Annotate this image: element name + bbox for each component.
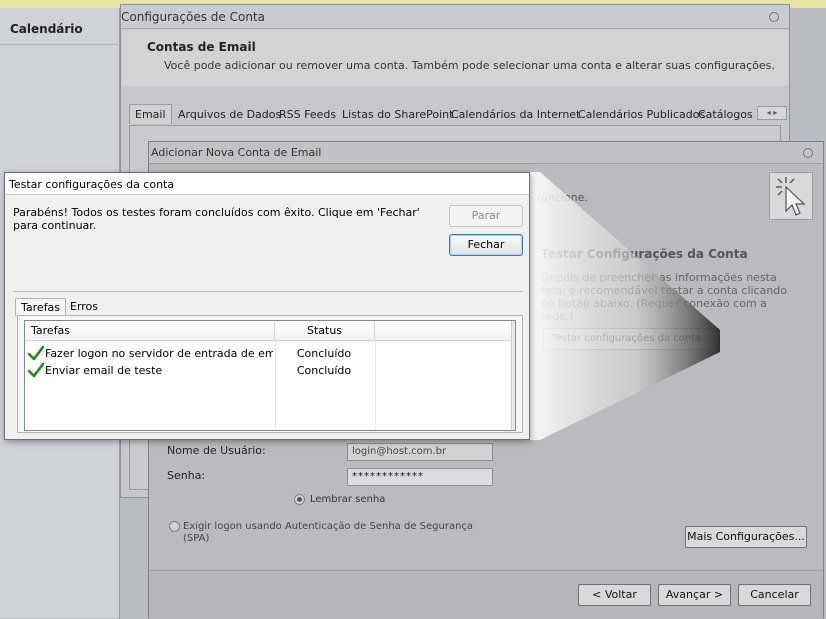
stop-button[interactable]: Parar	[449, 205, 523, 227]
account-settings-tabs: Email Arquivos de Dados RSS Feeds Listas…	[129, 104, 787, 126]
account-settings-heading: Contas de Email	[147, 40, 256, 54]
column-header-tasks[interactable]: Tarefas	[25, 321, 275, 341]
dialog-separator	[13, 291, 523, 292]
tasks-list: Tarefas Status Fazer logon no servidor d…	[24, 320, 516, 431]
list-scrollbar[interactable]	[511, 321, 515, 430]
task-status: Concluído	[296, 347, 352, 360]
table-row[interactable]: Fazer logon no servidor de entrada de em…	[25, 345, 515, 362]
more-settings-button[interactable]: Mais Configurações...	[685, 526, 807, 548]
test-settings-description: Depois de preencher as informações nesta…	[541, 271, 788, 323]
step-description-fragment: funcione.	[537, 191, 588, 204]
tasks-list-header: Tarefas Status	[25, 321, 515, 341]
add-account-titlebar: Adicionar Nova Conta de Email	[149, 142, 823, 164]
column-header-status[interactable]: Status	[275, 321, 375, 341]
tab-published-calendars[interactable]: Calendários Publicados	[578, 108, 705, 121]
username-field[interactable]: login@host.com.br	[347, 443, 493, 461]
checkmark-icon	[27, 362, 45, 379]
account-settings-title: Configurações de Conta	[121, 10, 265, 24]
tab-data-files[interactable]: Arquivos de Dados	[178, 108, 281, 121]
task-status: Concluído	[296, 364, 352, 377]
add-account-title: Adicionar Nova Conta de Email	[151, 146, 322, 159]
next-button[interactable]: Avançar >	[658, 584, 731, 606]
account-settings-titlebar: Configurações de Conta	[121, 5, 789, 29]
test-dialog-title: Testar configurações da conta	[9, 178, 175, 191]
tab-address-books[interactable]: Catálogos	[698, 108, 753, 121]
test-settings-heading: Testar Configurações da Conta	[541, 247, 748, 261]
back-button[interactable]: < Voltar	[578, 584, 651, 606]
password-field[interactable]: ************	[347, 468, 493, 486]
account-settings-header: Contas de Email Você pode adicionar ou r…	[122, 30, 789, 86]
tab-email[interactable]: Email	[129, 104, 172, 124]
tab-sharepoint-lists[interactable]: Listas do SharePoint	[342, 108, 453, 121]
spa-label: Exigir logon usando Autenticação de Senh…	[183, 521, 474, 544]
nav-pane-title: Calendário	[10, 22, 83, 36]
cancel-button[interactable]: Cancelar	[738, 584, 811, 606]
password-label: Senha:	[167, 469, 206, 482]
tasks-panel: Tarefas Status Fazer logon no servidor d…	[17, 315, 523, 433]
test-settings-dialog: Testar configurações da conta Parabéns! …	[4, 172, 530, 440]
task-name: Enviar email de teste	[45, 364, 163, 377]
close-icon[interactable]	[769, 12, 779, 22]
cursor-icon	[769, 172, 813, 220]
account-settings-description: Você pode adicionar ou remover uma conta…	[164, 59, 775, 72]
task-name: Fazer logon no servidor de entrada de em…	[45, 347, 273, 360]
checkmark-icon	[27, 345, 45, 362]
close-button[interactable]: Fechar	[449, 234, 523, 256]
tab-tasks[interactable]: Tarefas	[15, 298, 67, 316]
remember-password-checkbox[interactable]	[294, 494, 305, 505]
test-account-settings-button[interactable]: Testar configurações da conta...	[543, 328, 719, 350]
close-icon[interactable]	[803, 148, 813, 158]
tab-internet-calendars[interactable]: Calendários da Internet	[451, 108, 580, 121]
table-row[interactable]: Enviar email de teste Concluído	[25, 362, 515, 379]
tab-errors[interactable]: Erros	[65, 298, 103, 315]
nav-pane-divider	[0, 44, 120, 45]
tab-scroll-arrows[interactable]: ◂ ▸	[757, 106, 787, 120]
spa-checkbox[interactable]	[169, 521, 180, 532]
remember-password-label: Lembrar senha	[310, 494, 386, 505]
tab-rss-feeds[interactable]: RSS Feeds	[279, 108, 336, 121]
username-label: Nome de Usuário:	[167, 444, 266, 457]
test-dialog-titlebar: Testar configurações da conta	[5, 173, 529, 195]
test-result-message: Parabéns! Todos os testes foram concluíd…	[13, 206, 420, 232]
add-account-footer: < Voltar Avançar > Cancelar	[149, 570, 823, 619]
